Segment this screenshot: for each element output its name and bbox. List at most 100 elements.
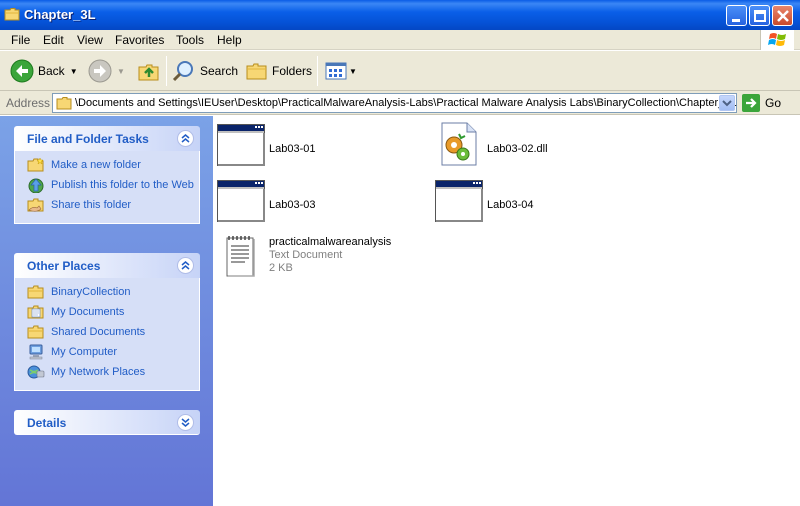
address-label: Address [6, 96, 51, 110]
maximize-button[interactable] [749, 5, 770, 26]
text-document-icon [226, 236, 255, 277]
go-button[interactable]: Go [742, 94, 781, 112]
close-icon [777, 10, 789, 22]
panel-header[interactable]: File and Folder Tasks [14, 126, 200, 151]
my-computer-icon [29, 344, 43, 360]
address-dropdown-button[interactable] [719, 95, 735, 111]
minimize-icon [732, 19, 740, 22]
menu-file[interactable]: File [11, 33, 30, 47]
menu-edit[interactable]: Edit [43, 33, 64, 47]
file-folder-tasks-panel: File and Folder Tasks Make a new folder [14, 126, 200, 224]
panel-body: BinaryCollection My Documents Shared Doc… [14, 278, 200, 391]
menu-bar: File Edit View Favorites Tools Help [0, 30, 800, 50]
place-label: Shared Documents [51, 326, 146, 338]
details-panel: Details [14, 410, 200, 435]
back-arrow-icon [10, 59, 34, 83]
file-item-practicalmalwareanalysis[interactable]: practicalmalwareanalysis Text Document 2… [223, 234, 443, 282]
menu-view[interactable]: View [77, 33, 103, 47]
folders-label: Folders [272, 64, 313, 78]
application-icon [217, 180, 265, 222]
chevron-up-icon [181, 134, 190, 143]
back-button[interactable]: Back ▼ [10, 57, 78, 85]
panel-title: Details [27, 416, 67, 430]
collapse-button[interactable] [177, 130, 194, 147]
panel-body: Make a new folder Publish this folder to… [14, 151, 200, 224]
chevron-down-icon [181, 418, 190, 427]
folder-icon [27, 325, 44, 339]
folder-icon [4, 8, 20, 21]
address-input[interactable]: \Documents and Settings\IEUser\Desktop\P… [52, 93, 737, 113]
folder-icon [27, 285, 44, 299]
file-name: Lab03-02.dll [487, 143, 548, 155]
forward-button[interactable]: ▼ [88, 57, 125, 85]
file-item-lab03-04[interactable]: Lab03-04 [435, 180, 635, 228]
windows-flag-icon [768, 33, 786, 46]
menu-tools[interactable]: Tools [176, 33, 204, 47]
place-my-computer[interactable]: My Computer [15, 344, 199, 364]
place-shared-documents[interactable]: Shared Documents [15, 324, 199, 344]
dll-icon [441, 122, 477, 166]
place-binarycollection[interactable]: BinaryCollection [15, 284, 199, 304]
close-button[interactable] [772, 5, 793, 26]
file-name: Lab03-03 [269, 199, 316, 211]
back-label: Back [38, 64, 65, 78]
file-size: 2 KB [269, 262, 293, 274]
panel-title: Other Places [27, 259, 101, 273]
file-item-lab03-01[interactable]: Lab03-01 [217, 124, 417, 172]
panel-header[interactable]: Other Places [14, 253, 200, 278]
task-pane: File and Folder Tasks Make a new folder [0, 116, 213, 506]
menu-favorites[interactable]: Favorites [115, 33, 164, 47]
search-icon [172, 61, 193, 82]
chevron-up-icon [181, 261, 190, 270]
title-bar[interactable]: Chapter_3L [0, 0, 800, 30]
file-item-lab03-03[interactable]: Lab03-03 [217, 180, 417, 228]
my-documents-icon [27, 305, 44, 319]
views-button[interactable]: ▼ [325, 57, 357, 85]
folders-icon [246, 63, 267, 80]
go-label: Go [765, 96, 782, 110]
task-make-new-folder[interactable]: Make a new folder [15, 157, 199, 177]
task-share-folder[interactable]: Share this folder [15, 197, 199, 217]
task-publish-folder[interactable]: Publish this folder to the Web [15, 177, 199, 197]
file-item-lab03-02-dll[interactable]: Lab03-02.dll [439, 122, 639, 170]
folders-button[interactable]: Folders [246, 57, 312, 85]
collapse-button[interactable] [177, 257, 194, 274]
file-name: Lab03-04 [487, 199, 534, 211]
up-folder-button[interactable] [137, 57, 161, 85]
expand-button[interactable] [177, 414, 194, 431]
file-name: Lab03-01 [269, 143, 316, 155]
up-folder-icon [138, 64, 159, 81]
place-my-documents[interactable]: My Documents [15, 304, 199, 324]
search-button[interactable]: Search [172, 57, 238, 85]
toolbar-separator [166, 56, 167, 86]
address-path: \Documents and Settings\IEUser\Desktop\P… [75, 97, 737, 109]
chevron-down-icon [722, 100, 732, 107]
go-arrow-icon [742, 94, 760, 112]
window-title: Chapter_3L [24, 7, 96, 22]
task-label: Share this folder [51, 199, 132, 211]
place-label: My Computer [51, 346, 118, 358]
task-label: Publish this folder to the Web [51, 179, 194, 191]
application-icon [217, 124, 265, 166]
application-icon [435, 180, 483, 222]
place-label: My Documents [51, 306, 125, 318]
place-my-network-places[interactable]: My Network Places [15, 364, 199, 384]
menu-help[interactable]: Help [217, 33, 242, 47]
address-bar: Address \Documents and Settings\IEUser\D… [0, 91, 800, 115]
publish-web-icon [28, 178, 44, 193]
folder-icon [56, 97, 72, 110]
back-dropdown-icon[interactable]: ▼ [70, 67, 78, 76]
maximize-icon [754, 10, 766, 22]
views-dropdown-icon[interactable]: ▼ [349, 67, 357, 76]
place-label: BinaryCollection [51, 286, 131, 298]
search-label: Search [200, 64, 239, 78]
forward-dropdown-icon[interactable]: ▼ [117, 67, 125, 76]
file-list: Lab03-01 Lab03-02.dll Lab03-03 Lab03-04 … [213, 116, 800, 506]
panel-title: File and Folder Tasks [27, 132, 149, 146]
toolbar-separator [317, 56, 318, 86]
panel-header[interactable]: Details [14, 410, 200, 435]
new-folder-icon [27, 157, 44, 172]
other-places-panel: Other Places BinaryCollection My Documen… [14, 253, 200, 391]
windows-logo [760, 30, 794, 50]
minimize-button[interactable] [726, 5, 747, 26]
